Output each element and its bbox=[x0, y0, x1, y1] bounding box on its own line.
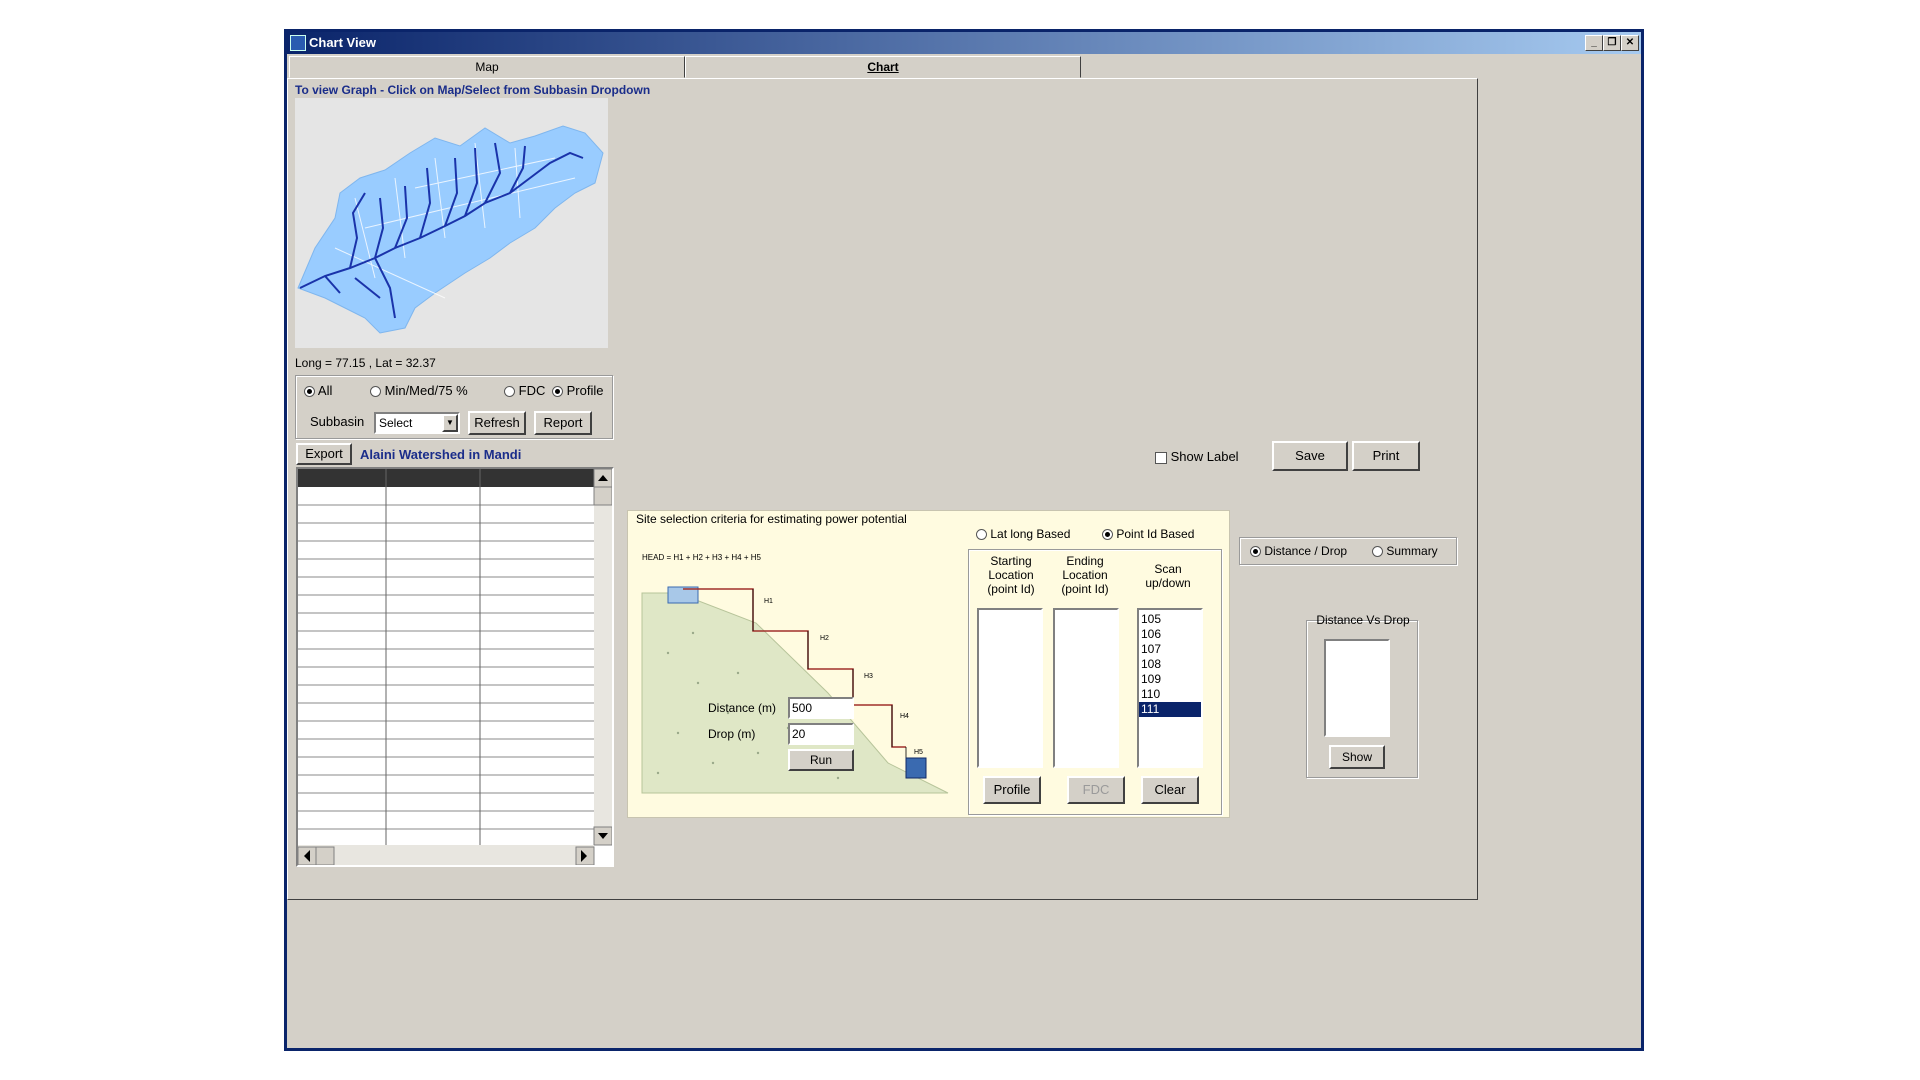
ending-location-list[interactable] bbox=[1053, 608, 1119, 768]
watershed-map-graphic bbox=[297, 125, 604, 334]
radio-all-label: All bbox=[317, 383, 333, 398]
coordinate-readout: Long = 77.15 , Lat = 32.37 bbox=[295, 356, 436, 370]
window-title: Chart View bbox=[309, 35, 376, 50]
watershed-title: Alaini Watershed in Mandi bbox=[360, 447, 522, 462]
scan-list-item[interactable]: 106 bbox=[1139, 627, 1201, 642]
close-icon[interactable]: ✕ bbox=[1621, 35, 1639, 51]
show-button[interactable]: Show bbox=[1329, 745, 1385, 769]
radio-summary-label: Summary bbox=[1386, 544, 1438, 558]
radio-dot bbox=[370, 386, 381, 398]
starting-location-header: Starting Location (point Id) bbox=[987, 554, 1035, 596]
chart-view-window: Chart View _ ❐ ✕ Map Chart To view Graph… bbox=[284, 29, 1644, 1051]
radio-fdc-label: FDC bbox=[518, 383, 546, 398]
tab-map[interactable]: Map bbox=[289, 56, 685, 78]
tab-chart[interactable]: Chart bbox=[685, 56, 1081, 78]
scan-list-item[interactable]: 107 bbox=[1139, 642, 1201, 657]
view-mode-group: Distance / Drop Summary bbox=[1239, 537, 1457, 565]
radio-minmed-label: Min/Med/75 % bbox=[384, 383, 468, 398]
drop-input[interactable] bbox=[788, 723, 854, 745]
radio-distance-drop-label: Distance / Drop bbox=[1264, 544, 1348, 558]
step-label-h4: H4 bbox=[900, 713, 909, 720]
scan-header: Scan up/down bbox=[1145, 562, 1191, 590]
chevron-down-icon[interactable]: ▼ bbox=[442, 414, 458, 432]
radio-latlong[interactable]: Lat long Based bbox=[976, 527, 1070, 541]
fdc-button[interactable]: FDC bbox=[1067, 776, 1125, 804]
radio-dot bbox=[1102, 529, 1113, 541]
subbasin-selected: Select bbox=[379, 416, 413, 430]
distance-vs-drop-preview bbox=[1324, 639, 1390, 737]
drop-label: Drop (m) bbox=[708, 727, 756, 741]
scan-list[interactable]: 105 106 107 108 109 110 111 bbox=[1137, 608, 1203, 768]
show-label-text: Show Label bbox=[1170, 449, 1239, 464]
minimize-icon[interactable]: _ bbox=[1585, 35, 1603, 51]
subbasin-label: Subbasin bbox=[310, 414, 365, 429]
radio-pointid[interactable]: Point Id Based bbox=[1102, 527, 1194, 541]
data-grid[interactable] bbox=[296, 467, 614, 867]
instruction-text: To view Graph - Click on Map/Select from… bbox=[295, 83, 651, 97]
radio-fdc[interactable]: FDC bbox=[504, 383, 545, 398]
restore-icon[interactable]: ❐ bbox=[1603, 35, 1621, 51]
subbasin-dropdown[interactable]: Select ▼ bbox=[374, 412, 460, 434]
radio-dot bbox=[552, 386, 563, 398]
radio-dot bbox=[1372, 546, 1383, 558]
scan-list-item[interactable]: 109 bbox=[1139, 672, 1201, 687]
distance-vs-drop-group: Distance Vs Drop Show bbox=[1306, 613, 1418, 778]
slope-diagram: HEAD = H1 + H2 + H3 + H4 + H5 H1 H2 H3 H… bbox=[638, 553, 958, 805]
radio-pointid-label: Point Id Based bbox=[1116, 527, 1195, 541]
radio-minmed[interactable]: Min/Med/75 % bbox=[370, 383, 468, 398]
radio-profile-label: Profile bbox=[566, 383, 604, 398]
scan-list-item[interactable]: 110 bbox=[1139, 687, 1201, 702]
step-label-h3: H3 bbox=[864, 673, 873, 680]
radio-distance-drop[interactable]: Distance / Drop bbox=[1250, 544, 1347, 558]
step-label-h2: H2 bbox=[820, 635, 829, 642]
scan-list-item-selected[interactable]: 111 bbox=[1139, 702, 1201, 717]
site-selection-panel: Site selection criteria for estimating p… bbox=[627, 510, 1230, 818]
app-icon bbox=[290, 35, 306, 51]
scan-list-item[interactable]: 105 bbox=[1139, 612, 1201, 627]
distance-vs-drop-title: Distance Vs Drop bbox=[1316, 613, 1410, 627]
radio-dot bbox=[976, 529, 987, 541]
title-bar[interactable]: Chart View _ ❐ ✕ bbox=[287, 32, 1641, 54]
step-label-h1: H1 bbox=[764, 598, 773, 605]
location-group: Starting Location (point Id) Ending Loca… bbox=[968, 549, 1222, 815]
radio-summary[interactable]: Summary bbox=[1372, 544, 1438, 558]
show-label-checkbox[interactable]: Show Label bbox=[1155, 449, 1239, 464]
site-selection-legend: Site selection criteria for estimating p… bbox=[636, 512, 907, 526]
step-label-h5: H5 bbox=[914, 749, 923, 756]
tab-panel: To view Graph - Click on Map/Select from… bbox=[287, 78, 1478, 900]
refresh-button[interactable]: Refresh bbox=[468, 411, 526, 435]
radio-profile[interactable]: Profile bbox=[552, 383, 603, 398]
radio-dot bbox=[1250, 546, 1261, 558]
radio-latlong-label: Lat long Based bbox=[990, 527, 1071, 541]
save-button[interactable]: Save bbox=[1272, 441, 1348, 471]
data-grid-lines bbox=[298, 469, 612, 865]
distance-label: Distance (m) bbox=[708, 701, 777, 715]
distance-input[interactable] bbox=[788, 697, 854, 719]
profile-button[interactable]: Profile bbox=[983, 776, 1041, 804]
radio-dot bbox=[304, 386, 315, 398]
report-button[interactable]: Report bbox=[534, 411, 592, 435]
ending-location-header: Ending Location (point Id) bbox=[1061, 554, 1109, 596]
filter-group: All Min/Med/75 % FDC Profile Subbasin Se… bbox=[295, 375, 613, 439]
export-button[interactable]: Export bbox=[296, 443, 352, 465]
scan-list-item[interactable]: 108 bbox=[1139, 657, 1201, 672]
radio-dot bbox=[504, 386, 515, 398]
starting-location-list[interactable] bbox=[977, 608, 1043, 768]
print-button[interactable]: Print bbox=[1352, 441, 1420, 471]
radio-all[interactable]: All bbox=[304, 383, 332, 398]
run-button[interactable]: Run bbox=[788, 749, 854, 771]
clear-button[interactable]: Clear bbox=[1141, 776, 1199, 804]
watershed-map[interactable] bbox=[295, 98, 608, 348]
checkbox-box bbox=[1155, 451, 1167, 464]
